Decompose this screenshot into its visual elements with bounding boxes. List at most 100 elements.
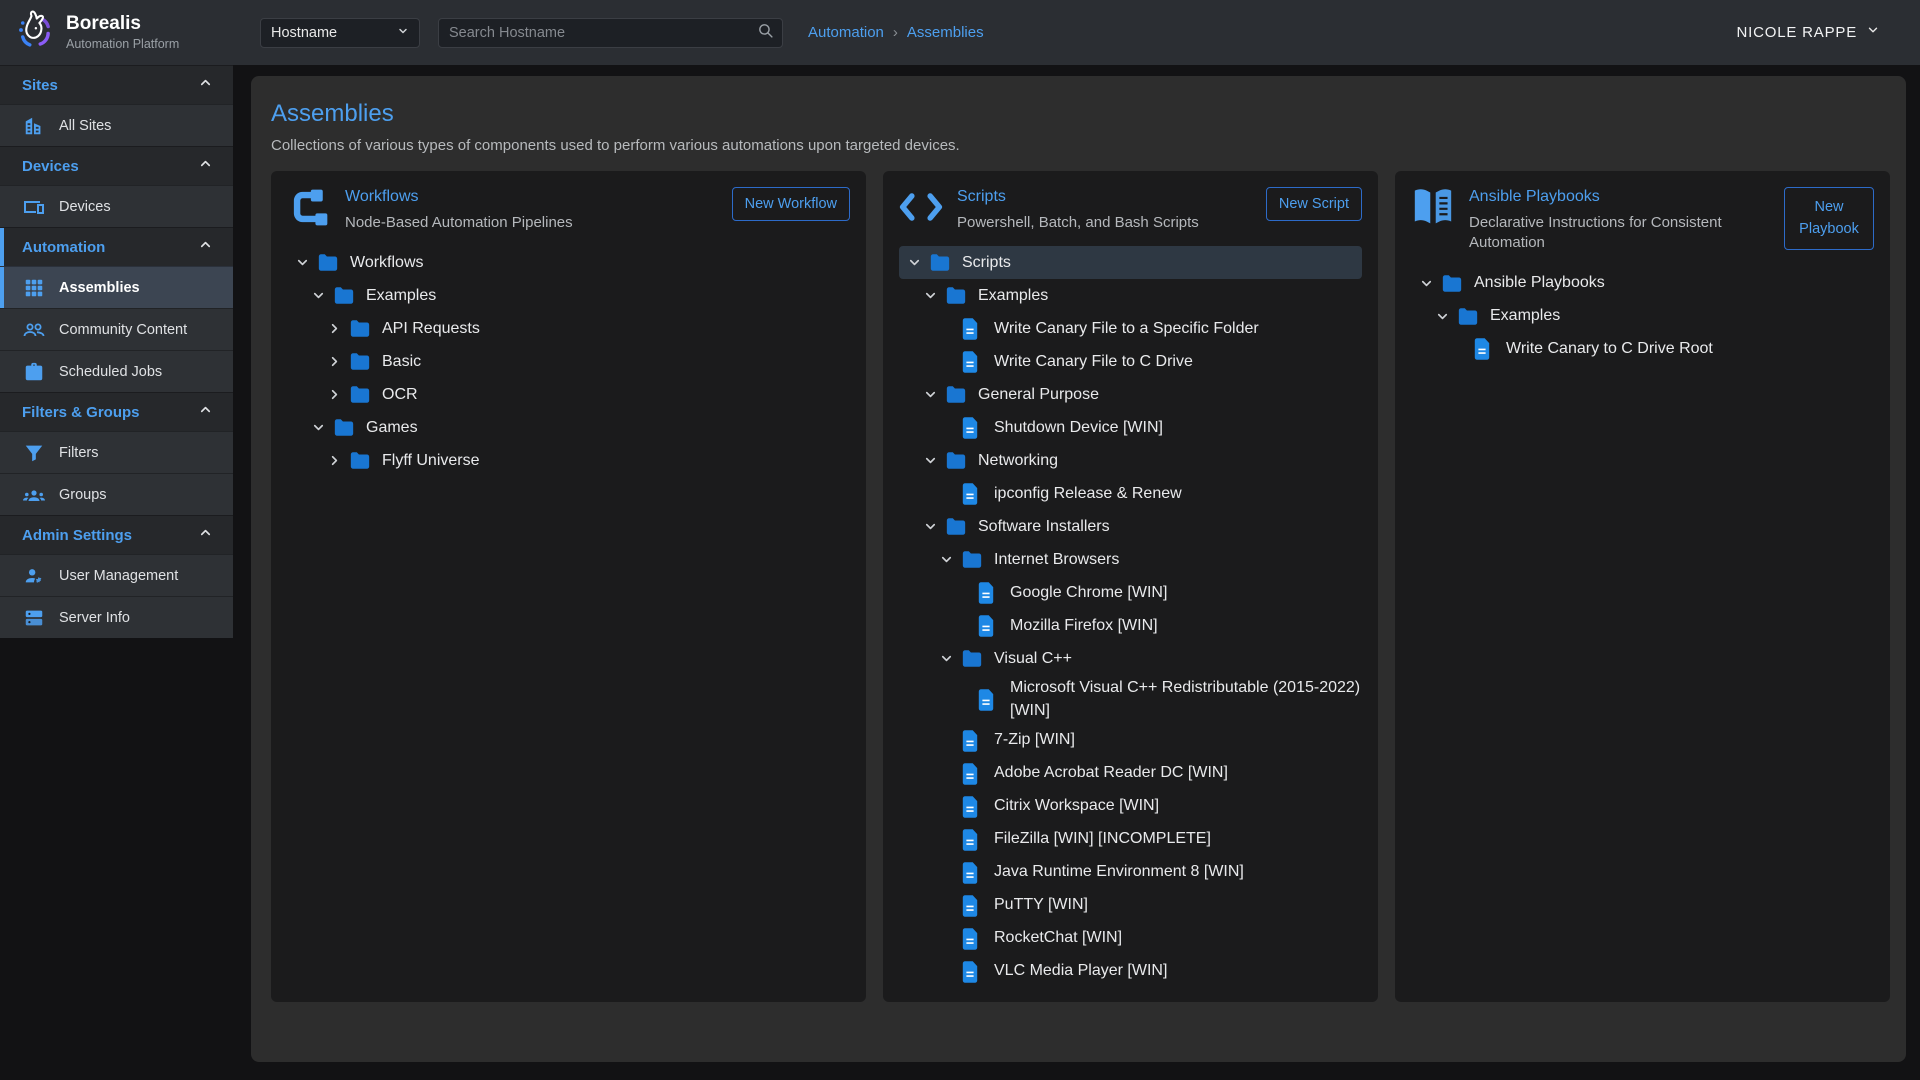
sidebar-item-server-info[interactable]: Server Info	[0, 596, 233, 638]
chevron-down-icon[interactable]	[1435, 309, 1457, 324]
tree-file-microsoft-visual-c-redistributable-2015-[interactable]: Microsoft Visual C++ Redistributable (20…	[899, 675, 1362, 724]
chevron-down-icon[interactable]	[311, 420, 333, 435]
sidebar-item-all-sites[interactable]: All Sites	[0, 104, 233, 146]
tree-folder-scripts[interactable]: Scripts	[899, 246, 1362, 279]
chevron-down-icon[interactable]	[1419, 276, 1441, 291]
sidebar-item-scheduled-jobs[interactable]: Scheduled Jobs	[0, 350, 233, 392]
app-root: Borealis Automation Platform Hostname Au…	[0, 0, 1920, 1080]
folder-icon	[945, 385, 967, 404]
tree-file-citrix-workspace-win-[interactable]: Citrix Workspace [WIN]	[899, 790, 1362, 823]
breadcrumb-automation[interactable]: Automation	[808, 24, 884, 41]
sidebar-item-user-management[interactable]: User Management	[0, 554, 233, 596]
chevron-down-icon[interactable]	[939, 651, 961, 666]
new-workflow-button[interactable]: New Workflow	[732, 187, 850, 221]
sidebar-section-sites[interactable]: Sites	[0, 65, 233, 104]
tree-file-adobe-acrobat-reader-dc-win-[interactable]: Adobe Acrobat Reader DC [WIN]	[899, 757, 1362, 790]
tree-folder-workflows[interactable]: Workflows	[287, 246, 850, 279]
chevron-right-icon[interactable]	[327, 387, 349, 402]
tree-folder-examples[interactable]: Examples	[1411, 300, 1874, 333]
chevron-right-icon[interactable]	[327, 321, 349, 336]
sidebar-section-label: Sites	[22, 77, 58, 94]
user-menu[interactable]: NICOLE RAPPE	[1737, 23, 1880, 42]
tree-file-filezilla-win-incomplete-[interactable]: FileZilla [WIN] [INCOMPLETE]	[899, 823, 1362, 856]
new-playbook-button[interactable]: New Playbook	[1784, 187, 1874, 250]
tree-item-label: Java Runtime Environment 8 [WIN]	[994, 861, 1244, 883]
chevron-down-icon[interactable]	[923, 288, 945, 303]
tree-file-google-chrome-win-[interactable]: Google Chrome [WIN]	[899, 576, 1362, 609]
tree-folder-internet-browsers[interactable]: Internet Browsers	[899, 543, 1362, 576]
workflow-icon	[287, 185, 331, 229]
tree-file-shutdown-device-win-[interactable]: Shutdown Device [WIN]	[899, 411, 1362, 444]
tree-file-7-zip-win-[interactable]: 7-Zip [WIN]	[899, 724, 1362, 757]
sidebar-section-automation[interactable]: Automation	[0, 227, 233, 266]
tree-file-vlc-media-player-win-[interactable]: VLC Media Player [WIN]	[899, 955, 1362, 988]
tree-folder-api-requests[interactable]: API Requests	[287, 312, 850, 345]
tree-file-mozilla-firefox-win-[interactable]: Mozilla Firefox [WIN]	[899, 609, 1362, 642]
tree-item-label: Google Chrome [WIN]	[1010, 582, 1167, 604]
panel-subtitle: Declarative Instructions for Consistent …	[1469, 213, 1770, 254]
search-input[interactable]	[449, 25, 757, 41]
file-icon	[977, 615, 999, 637]
chevron-down-icon[interactable]	[923, 387, 945, 402]
file-icon	[1473, 338, 1495, 360]
chevron-down-icon[interactable]	[939, 552, 961, 567]
chevron-down-icon[interactable]	[923, 519, 945, 534]
tree-folder-examples[interactable]: Examples	[287, 279, 850, 312]
sidebar-item-filters[interactable]: Filters	[0, 431, 233, 473]
user-icon	[22, 564, 46, 588]
tree-item-label: VLC Media Player [WIN]	[994, 960, 1167, 982]
tree-folder-games[interactable]: Games	[287, 411, 850, 444]
tree-file-write-canary-file-to-c-drive[interactable]: Write Canary File to C Drive	[899, 345, 1362, 378]
file-icon	[961, 351, 983, 373]
panels-row: WorkflowsNode-Based Automation Pipelines…	[271, 171, 1886, 1002]
tree-folder-basic[interactable]: Basic	[287, 345, 850, 378]
panel-title: Workflows	[345, 188, 718, 206]
chevron-down-icon[interactable]	[907, 255, 929, 270]
folder-icon	[961, 550, 983, 569]
sidebar-item-label: Devices	[59, 199, 111, 215]
brand-subtitle: Automation Platform	[66, 37, 179, 51]
tree-file-putty-win-[interactable]: PuTTY [WIN]	[899, 889, 1362, 922]
chevron-down-icon[interactable]	[295, 255, 317, 270]
chevron-down-icon[interactable]	[923, 453, 945, 468]
sidebar-item-community-content[interactable]: Community Content	[0, 308, 233, 350]
tree-folder-networking[interactable]: Networking	[899, 444, 1362, 477]
tree-folder-software-installers[interactable]: Software Installers	[899, 510, 1362, 543]
tree-item-label: Microsoft Visual C++ Redistributable (20…	[1010, 677, 1362, 722]
new-script-button[interactable]: New Script	[1266, 187, 1362, 221]
brand-name: Borealis	[66, 14, 179, 35]
sidebar-section-filters-groups[interactable]: Filters & Groups	[0, 392, 233, 431]
sidebar-section-devices[interactable]: Devices	[0, 146, 233, 185]
chevron-down-icon[interactable]	[311, 288, 333, 303]
tree-file-java-runtime-environment-8-win-[interactable]: Java Runtime Environment 8 [WIN]	[899, 856, 1362, 889]
tree-file-write-canary-file-to-a-specific-folder[interactable]: Write Canary File to a Specific Folder	[899, 312, 1362, 345]
tree-file-rocketchat-win-[interactable]: RocketChat [WIN]	[899, 922, 1362, 955]
sidebar-item-label: User Management	[59, 568, 178, 584]
file-icon	[961, 730, 983, 752]
breadcrumb-assemblies[interactable]: Assemblies	[907, 24, 984, 41]
chevron-right-icon[interactable]	[327, 453, 349, 468]
tree-folder-ansible-playbooks[interactable]: Ansible Playbooks	[1411, 267, 1874, 300]
tree-folder-examples[interactable]: Examples	[899, 279, 1362, 312]
tree-file-ipconfig-release-renew[interactable]: ipconfig Release & Renew	[899, 477, 1362, 510]
tree-file-write-canary-to-c-drive-root[interactable]: Write Canary to C Drive Root	[1411, 333, 1874, 366]
panel-titles: Ansible PlaybooksDeclarative Instruction…	[1469, 185, 1770, 254]
tree-folder-general-purpose[interactable]: General Purpose	[899, 378, 1362, 411]
tree-item-label: Adobe Acrobat Reader DC [WIN]	[994, 762, 1228, 784]
code-icon	[899, 185, 943, 229]
breadcrumb: Automation › Assemblies	[808, 24, 984, 41]
sidebar-item-assemblies[interactable]: Assemblies	[0, 266, 233, 308]
hostname-select[interactable]: Hostname	[260, 18, 420, 48]
tree-folder-ocr[interactable]: OCR	[287, 378, 850, 411]
chevron-right-icon[interactable]	[327, 354, 349, 369]
search-icon[interactable]	[757, 22, 774, 44]
tree-item-label: Software Installers	[978, 516, 1110, 538]
sidebar-section-admin-settings[interactable]: Admin Settings	[0, 515, 233, 554]
brand: Borealis Automation Platform	[0, 9, 233, 56]
sidebar-item-groups[interactable]: Groups	[0, 473, 233, 515]
grid-icon	[22, 276, 46, 300]
tree-folder-visual-c-[interactable]: Visual C++	[899, 642, 1362, 675]
sidebar-item-devices[interactable]: Devices	[0, 185, 233, 227]
tree-folder-flyff-universe[interactable]: Flyff Universe	[287, 444, 850, 477]
folder-icon	[945, 286, 967, 305]
